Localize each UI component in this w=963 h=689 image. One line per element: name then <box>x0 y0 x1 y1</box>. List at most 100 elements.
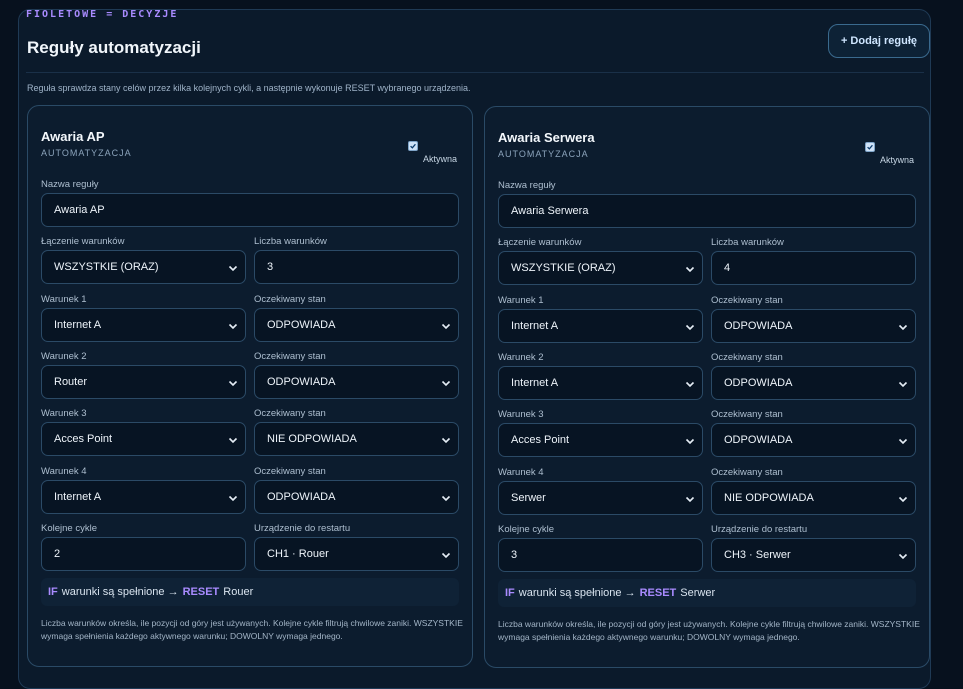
expected-state-select[interactable]: ODPOWIADA <box>711 423 916 457</box>
section-tag: FIOLETOWE = DECYZJE <box>26 9 179 20</box>
combine-label: Łączenie warunków <box>498 237 582 248</box>
if-text: warunki są spełnione → <box>518 587 636 599</box>
expected-label: Oczekiwany stan <box>254 408 326 419</box>
chevron-down-icon <box>898 324 908 331</box>
rule-title: Awaria Serwera <box>498 130 595 145</box>
check-icon <box>410 143 416 149</box>
combine-label: Łączenie warunków <box>41 236 125 247</box>
reset-keyword: RESET <box>639 587 677 599</box>
cycles-input[interactable]: 2 <box>41 537 246 571</box>
rule-subtitle: AUTOMATYZACJA <box>41 148 132 158</box>
condition-target-value: Internet A <box>511 320 559 332</box>
chevron-down-icon <box>898 496 908 503</box>
expected-label: Oczekiwany stan <box>711 295 783 306</box>
if-keyword: IF <box>505 587 515 599</box>
chevron-down-icon <box>228 380 238 387</box>
count-input[interactable]: 3 <box>254 250 459 284</box>
condition-label: Warunek 2 <box>498 352 544 363</box>
chevron-down-icon <box>898 553 908 560</box>
expected-state-value: ODPOWIADA <box>724 434 793 446</box>
expected-state-value: ODPOWIADA <box>267 319 336 331</box>
condition-target-select[interactable]: Acces Point <box>498 423 703 457</box>
rule-help-text: Liczba warunków określa, ile pozycji od … <box>498 619 920 642</box>
combine-select[interactable]: WSZYSTKIE (ORAZ) <box>41 250 246 284</box>
active-checkbox[interactable] <box>408 141 418 151</box>
expected-label: Oczekiwany stan <box>711 409 783 420</box>
count-label: Liczba warunków <box>711 237 784 248</box>
expected-state-select[interactable]: NIE ODPOWIADA <box>254 422 459 456</box>
condition-target-value: Internet A <box>54 319 102 331</box>
chevron-down-icon <box>441 323 451 330</box>
rule-name-input[interactable]: Awaria AP <box>41 193 459 227</box>
chevron-down-icon <box>685 381 695 388</box>
reset-target: Serwer <box>680 587 716 599</box>
condition-target-select[interactable]: Internet A <box>498 366 703 400</box>
rule-subtitle: AUTOMATYZACJA <box>498 149 589 159</box>
combine-select[interactable]: WSZYSTKIE (ORAZ) <box>498 251 703 285</box>
cycles-input[interactable]: 3 <box>498 538 703 572</box>
expected-state-select[interactable]: ODPOWIADA <box>254 480 459 514</box>
if-keyword: IF <box>48 586 58 598</box>
rule-name-label: Nazwa reguły <box>498 180 556 191</box>
chevron-down-icon <box>228 265 238 272</box>
condition-label: Warunek 1 <box>41 294 87 305</box>
device-label: Urządzenie do restartu <box>254 523 351 534</box>
add-rule-button[interactable]: + Dodaj regułę <box>828 24 930 58</box>
rule-card: Awaria AP AUTOMATYZACJA Aktywna Nazwa re… <box>27 105 473 667</box>
expected-state-value: NIE ODPOWIADA <box>724 492 814 504</box>
expected-state-value: ODPOWIADA <box>724 320 793 332</box>
condition-target-value: Acces Point <box>54 433 113 445</box>
expected-state-select[interactable]: ODPOWIADA <box>711 309 916 343</box>
expected-state-select[interactable]: NIE ODPOWIADA <box>711 481 916 515</box>
condition-target-select[interactable]: Router <box>41 365 246 399</box>
reset-keyword: RESET <box>182 586 220 598</box>
chevron-down-icon <box>441 552 451 559</box>
chevron-down-icon <box>685 324 695 331</box>
active-label: Aktywna <box>423 154 458 164</box>
chevron-down-icon <box>228 495 238 502</box>
expected-state-select[interactable]: ODPOWIADA <box>254 308 459 342</box>
condition-target-select[interactable]: Internet A <box>498 309 703 343</box>
device-select[interactable]: CH1 · Rouer <box>254 537 459 571</box>
condition-target-select[interactable]: Acces Point <box>41 422 246 456</box>
expected-label: Oczekiwany stan <box>254 466 326 477</box>
combine-value: WSZYSTKIE (ORAZ) <box>511 262 616 274</box>
rule-summary: IF warunki są spełnione → RESET Serwer <box>498 579 916 607</box>
condition-target-select[interactable]: Serwer <box>498 481 703 515</box>
rule-title: Awaria AP <box>41 129 105 144</box>
chevron-down-icon <box>228 437 238 444</box>
device-select[interactable]: CH3 · Serwer <box>711 538 916 572</box>
expected-label: Oczekiwany stan <box>711 467 783 478</box>
rule-summary: IF warunki są spełnione → RESET Rouer <box>41 578 459 606</box>
condition-target-select[interactable]: Internet A <box>41 480 246 514</box>
rule-help-text: Liczba warunków określa, ile pozycji od … <box>41 618 463 641</box>
condition-label: Warunek 4 <box>498 467 544 478</box>
rule-card: Awaria Serwera AUTOMATYZACJA Aktywna Naz… <box>484 106 930 668</box>
expected-state-select[interactable]: ODPOWIADA <box>254 365 459 399</box>
cycles-label: Kolejne cykle <box>41 523 97 534</box>
condition-label: Warunek 3 <box>498 409 544 420</box>
active-checkbox[interactable] <box>865 142 875 152</box>
expected-label: Oczekiwany stan <box>254 351 326 362</box>
active-label: Aktywna <box>880 155 915 165</box>
expected-state-value: NIE ODPOWIADA <box>267 433 357 445</box>
condition-label: Warunek 4 <box>41 466 87 477</box>
rule-name-input[interactable]: Awaria Serwera <box>498 194 916 228</box>
device-value: CH1 · Rouer <box>267 548 329 560</box>
header-divider <box>26 72 924 73</box>
cycles-label: Kolejne cykle <box>498 524 554 535</box>
condition-target-value: Internet A <box>511 377 559 389</box>
condition-label: Warunek 1 <box>498 295 544 306</box>
check-icon <box>867 144 873 150</box>
chevron-down-icon <box>441 380 451 387</box>
condition-target-select[interactable]: Internet A <box>41 308 246 342</box>
chevron-down-icon <box>441 495 451 502</box>
expected-state-value: ODPOWIADA <box>267 491 336 503</box>
condition-label: Warunek 2 <box>41 351 87 362</box>
expected-state-value: ODPOWIADA <box>724 377 793 389</box>
reset-target: Rouer <box>223 586 254 598</box>
count-input[interactable]: 4 <box>711 251 916 285</box>
device-label: Urządzenie do restartu <box>711 524 808 535</box>
device-value: CH3 · Serwer <box>724 549 791 561</box>
expected-state-select[interactable]: ODPOWIADA <box>711 366 916 400</box>
